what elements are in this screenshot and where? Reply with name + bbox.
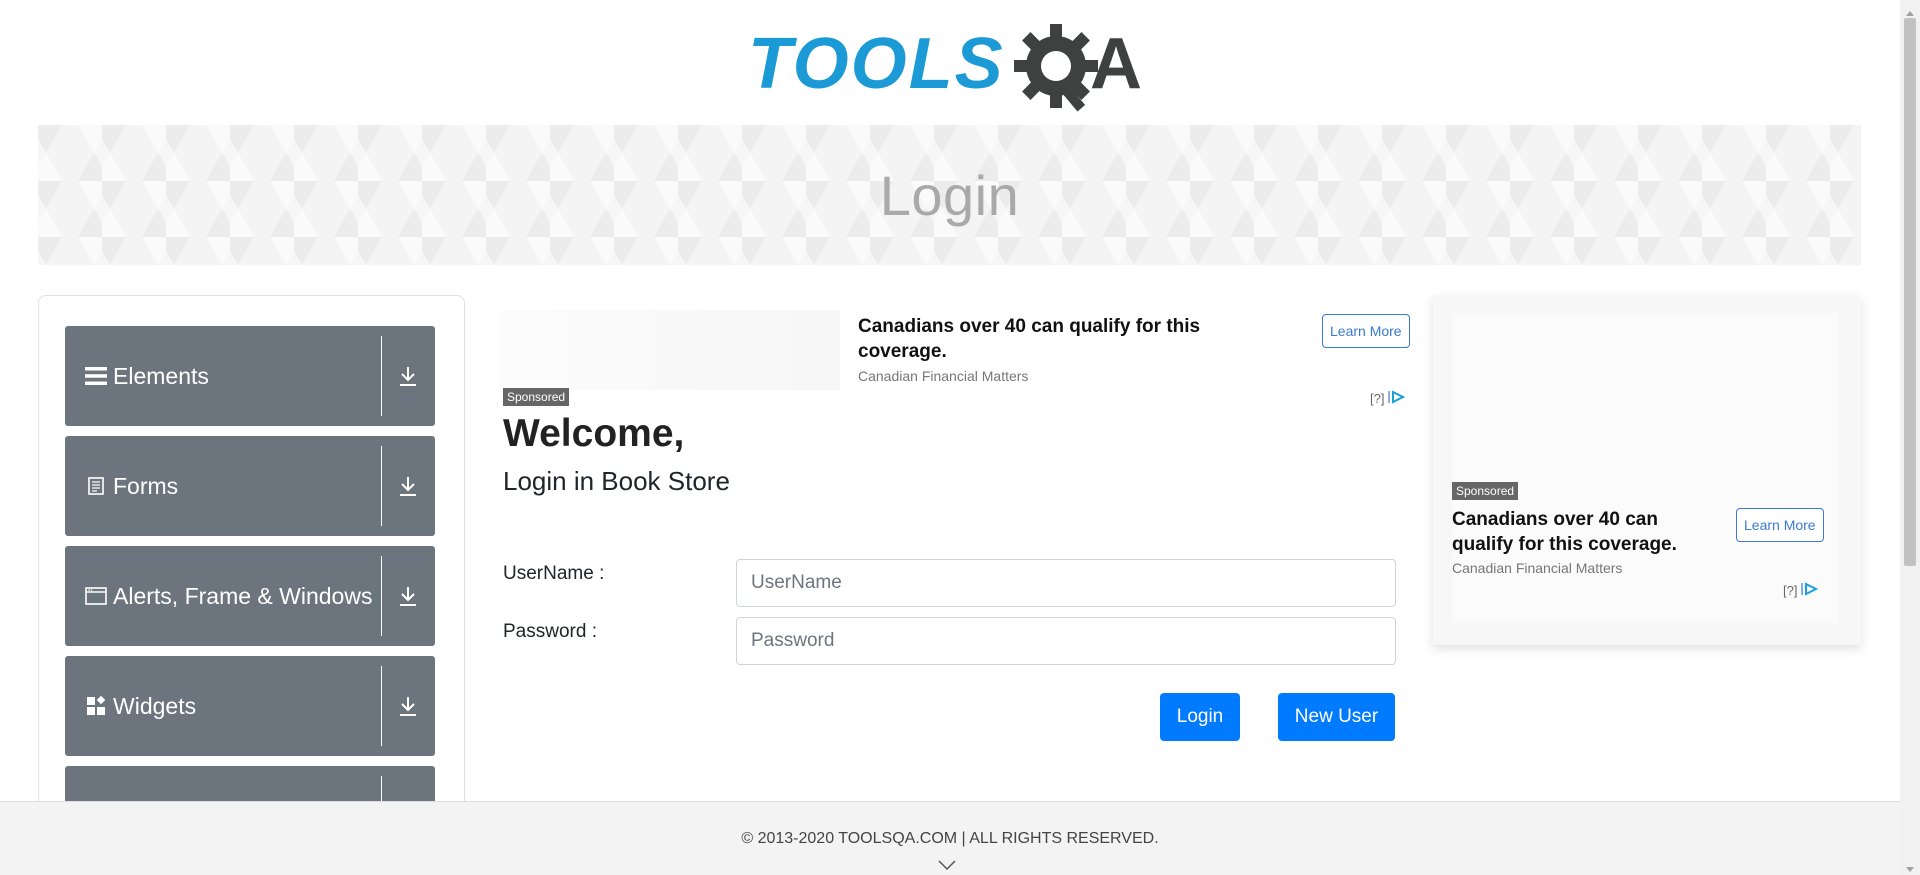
ad-source: Canadian Financial Matters: [858, 368, 1029, 384]
document-icon: [85, 475, 107, 497]
download-arrow-icon[interactable]: [392, 580, 424, 612]
divider: [381, 336, 382, 416]
ad-info[interactable]: [?]: [1783, 582, 1819, 599]
password-label: Password :: [503, 621, 597, 642]
toolsqa-logo[interactable]: TOOLS A: [748, 18, 1156, 114]
login-subtitle: Login in Book Store: [503, 466, 730, 496]
menu-group-forms[interactable]: Forms: [65, 436, 435, 536]
divider: [381, 666, 382, 746]
widgets-icon: [85, 695, 107, 717]
ad-image: [1452, 313, 1838, 623]
login-button[interactable]: Login: [1160, 693, 1240, 741]
scrollbar-thumb[interactable]: [1904, 18, 1916, 566]
ad-image: [500, 310, 840, 390]
side-advertisement[interactable]: Sponsored Canadians over 40 can qualify …: [1433, 295, 1861, 645]
scroll-down-arrow-icon[interactable]: [1905, 861, 1915, 875]
menu-group-widgets[interactable]: Widgets: [65, 656, 435, 756]
divider: [381, 446, 382, 526]
window-icon: [85, 585, 107, 607]
page-banner: Login: [38, 125, 1861, 265]
logo-tools-text: TOOLS: [748, 24, 1005, 104]
adchoices-icon: [1800, 582, 1819, 599]
username-input[interactable]: [736, 559, 1396, 607]
logo-a-text: A: [1090, 24, 1142, 104]
divider: [381, 556, 382, 636]
sponsored-badge: Sponsored: [1452, 482, 1519, 500]
ad-title[interactable]: Canadians over 40 can qualify for this c…: [1452, 507, 1712, 557]
left-navigation-panel: Elements Forms Alerts, Frame & Windows W…: [38, 295, 465, 875]
ad-source: Canadian Financial Matters: [1452, 560, 1623, 576]
learn-more-button[interactable]: Learn More: [1736, 508, 1824, 542]
welcome-heading: Welcome,: [503, 412, 685, 455]
download-arrow-icon[interactable]: [392, 690, 424, 722]
page-footer: © 2013-2020 TOOLSQA.COM | ALL RIGHTS RES…: [0, 801, 1900, 875]
download-arrow-icon[interactable]: [392, 360, 424, 392]
ad-info-text: [?]: [1783, 583, 1798, 598]
menu-group-alerts-frame-windows[interactable]: Alerts, Frame & Windows: [65, 546, 435, 646]
new-user-button[interactable]: New User: [1278, 693, 1395, 741]
learn-more-button[interactable]: Learn More: [1322, 314, 1410, 348]
menu-group-label: Alerts, Frame & Windows: [113, 582, 373, 609]
vertical-scrollbar[interactable]: [1900, 0, 1920, 875]
ad-info-text: [?]: [1370, 391, 1385, 406]
download-arrow-icon[interactable]: [392, 470, 424, 502]
password-input[interactable]: [736, 617, 1396, 665]
ad-title[interactable]: Canadians over 40 can qualify for this c…: [858, 314, 1248, 364]
menu-group-elements[interactable]: Elements: [65, 326, 435, 426]
hamburger-icon: [85, 365, 107, 387]
gear-icon: [1014, 24, 1098, 112]
username-label: UserName :: [503, 563, 605, 584]
sponsored-badge: Sponsored: [503, 388, 570, 406]
top-advertisement[interactable]: Canadians over 40 can qualify for this c…: [500, 300, 1420, 410]
page-title: Login: [879, 163, 1020, 227]
copyright-text: © 2013-2020 TOOLSQA.COM | ALL RIGHTS RES…: [741, 830, 1159, 847]
adchoices-icon: [1387, 390, 1406, 407]
menu-group-label: Forms: [113, 472, 179, 499]
menu-group-label: Widgets: [113, 692, 197, 719]
chevron-down-icon[interactable]: [937, 858, 957, 875]
menu-group-label: Elements: [113, 362, 209, 389]
ad-info[interactable]: [?]: [1370, 390, 1406, 407]
